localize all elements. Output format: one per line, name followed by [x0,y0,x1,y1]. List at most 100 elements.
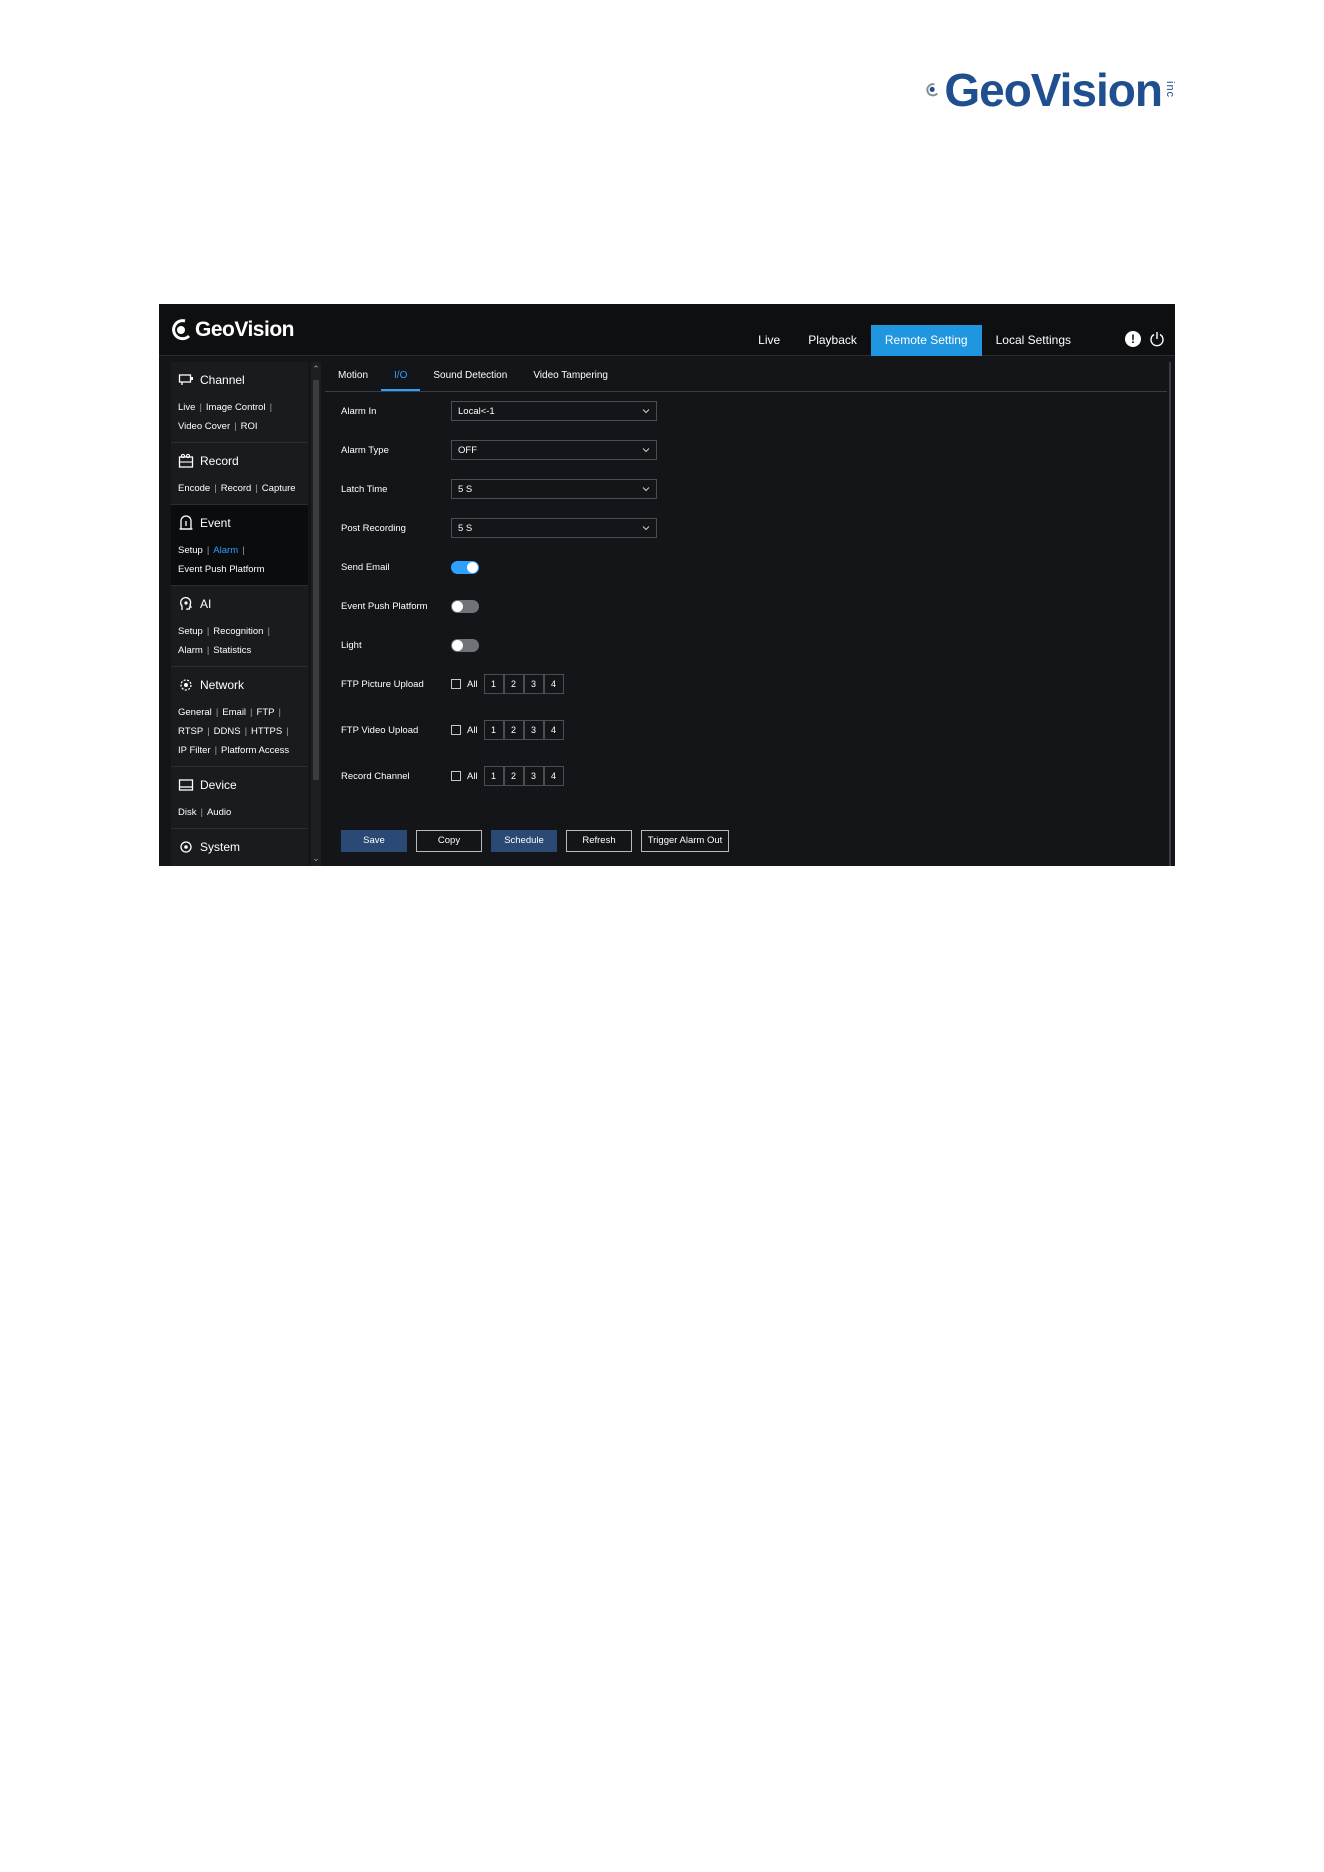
sidebar-header-device[interactable]: Device [178,775,301,795]
chevron-down-icon [642,409,650,414]
all-checkbox[interactable] [451,771,461,781]
link-ddns[interactable]: DDNS [214,726,241,737]
link-video-cover[interactable]: Video Cover [178,421,230,432]
monitor-icon [178,374,193,385]
channel-4-box[interactable]: 4 [543,766,564,786]
all-checkbox[interactable] [451,679,461,689]
info-icon[interactable]: ! [1125,331,1141,347]
channel-2-box[interactable]: 2 [503,766,524,786]
link-general[interactable]: General [178,707,212,718]
channel-1-box[interactable]: 1 [483,720,504,740]
sidebar-header-ai[interactable]: AI [178,594,301,614]
link-audio[interactable]: Audio [207,807,231,818]
geovision-logo-icon [172,319,191,341]
link-record[interactable]: Record [221,483,252,494]
link-event-push-platform[interactable]: Event Push Platform [178,564,265,575]
schedule-button[interactable]: Schedule [491,830,557,852]
page-logo-brand: GeoVision [944,64,1163,116]
refresh-button[interactable]: Refresh [566,830,632,852]
link-live[interactable]: Live [178,402,195,413]
channel-3-box[interactable]: 3 [523,720,544,740]
alarm-in-label: Alarm In [341,405,377,417]
nav-remote-setting[interactable]: Remote Setting [870,325,982,356]
channel-2-box[interactable]: 2 [503,720,524,740]
main-panel: Motion I/O Sound Detection Video Tamperi… [325,362,1167,866]
post-recording-label: Post Recording [341,522,406,534]
link-ftp[interactable]: FTP [257,707,275,718]
sidebar-section-system: System [171,829,308,866]
tab-io[interactable]: I/O [381,362,421,391]
trigger-alarm-out-button[interactable]: Trigger Alarm Out [641,830,729,852]
latch-time-select[interactable]: 5 S [451,479,657,499]
sidebar-section-record: Record Encode | Record | Capture [171,443,308,505]
link-disk[interactable]: Disk [178,807,196,818]
channel-3-box[interactable]: 3 [523,674,544,694]
link-setup[interactable]: Setup [178,545,203,556]
link-rtsp[interactable]: RTSP [178,726,203,737]
link-encode[interactable]: Encode [178,483,210,494]
link-platform-access[interactable]: Platform Access [221,745,289,756]
latch-time-label: Latch Time [341,483,388,495]
channel-2-box[interactable]: 2 [503,674,524,694]
alarm-type-select[interactable]: OFF [451,440,657,460]
channel-1-box[interactable]: 1 [483,674,504,694]
event-push-platform-toggle[interactable] [451,599,479,613]
sidebar-header-network[interactable]: Network [178,675,301,695]
link-image-control[interactable]: Image Control [206,402,266,413]
post-recording-select[interactable]: 5 S [451,518,657,538]
sidebar-section-network: Network General | Email | FTP | RTSP | DDNS | HTT… [171,667,308,767]
sidebar-header-system[interactable]: System [178,837,301,857]
link-roi[interactable]: ROI [241,421,258,432]
device-icon [178,779,194,791]
link-ai-setup[interactable]: Setup [178,626,203,637]
main-nav: Live Playback Remote Setting Local Setti… [744,325,1085,356]
link-email[interactable]: Email [222,707,246,718]
tab-video-tampering[interactable]: Video Tampering [520,362,621,391]
send-email-toggle[interactable] [451,560,479,574]
chevron-down-icon [642,526,650,531]
all-checkbox[interactable] [451,725,461,735]
save-button[interactable]: Save [341,830,407,852]
sidebar-links: Live | Image Control | Video Cover | ROI [178,402,273,432]
send-email-label: Send Email [341,561,390,573]
link-alarm[interactable]: Alarm [213,545,238,556]
sidebar-header-event[interactable]: Event [178,513,301,533]
power-icon[interactable] [1149,331,1165,347]
sidebar: Channel Live | Image Control | Video Cover |… [171,362,308,866]
ftp-video-upload-row: FTP Video Upload All 1 2 3 4 [341,719,564,741]
nav-live[interactable]: Live [744,325,794,356]
alarm-in-select[interactable]: Local<-1 [451,401,657,421]
ftp-picture-upload-label: FTP Picture Upload [341,678,424,690]
record-channel-label: Record Channel [341,770,410,782]
channel-4-box[interactable]: 4 [543,674,564,694]
page-logo-suffix: inc [1164,81,1176,99]
copy-button[interactable]: Copy [416,830,482,852]
link-recognition[interactable]: Recognition [213,626,263,637]
channel-1-box[interactable]: 1 [483,766,504,786]
light-row: Light [341,634,479,656]
scroll-down-icon[interactable]: ⌄ [311,853,321,864]
link-ai-alarm[interactable]: Alarm [178,645,203,656]
channel-4-box[interactable]: 4 [543,720,564,740]
link-statistics[interactable]: Statistics [213,645,251,656]
scroll-up-icon[interactable]: ⌃ [311,364,321,375]
nav-local-settings[interactable]: Local Settings [982,325,1085,356]
tab-sound-detection[interactable]: Sound Detection [420,362,520,391]
sidebar-scrollbar[interactable]: ⌃ ⌄ [311,362,321,866]
link-https[interactable]: HTTPS [251,726,282,737]
system-icon [180,841,192,853]
link-ip-filter[interactable]: IP Filter [178,745,211,756]
link-capture[interactable]: Capture [262,483,296,494]
sidebar-title: Record [200,454,239,468]
light-toggle[interactable] [451,638,479,652]
sidebar-header-record[interactable]: Record [178,451,301,471]
channel-3-box[interactable]: 3 [523,766,544,786]
sidebar-links: Setup | Alarm | Event Push Platform [178,545,265,575]
action-buttons: Save Copy Schedule Refresh Trigger Alarm… [341,830,729,852]
nav-playback[interactable]: Playback [794,325,871,356]
sidebar-header-channel[interactable]: Channel [178,370,301,390]
light-label: Light [341,639,362,651]
scrollbar-thumb[interactable] [313,380,319,780]
sidebar-title: AI [200,597,212,611]
tab-motion[interactable]: Motion [325,362,381,391]
